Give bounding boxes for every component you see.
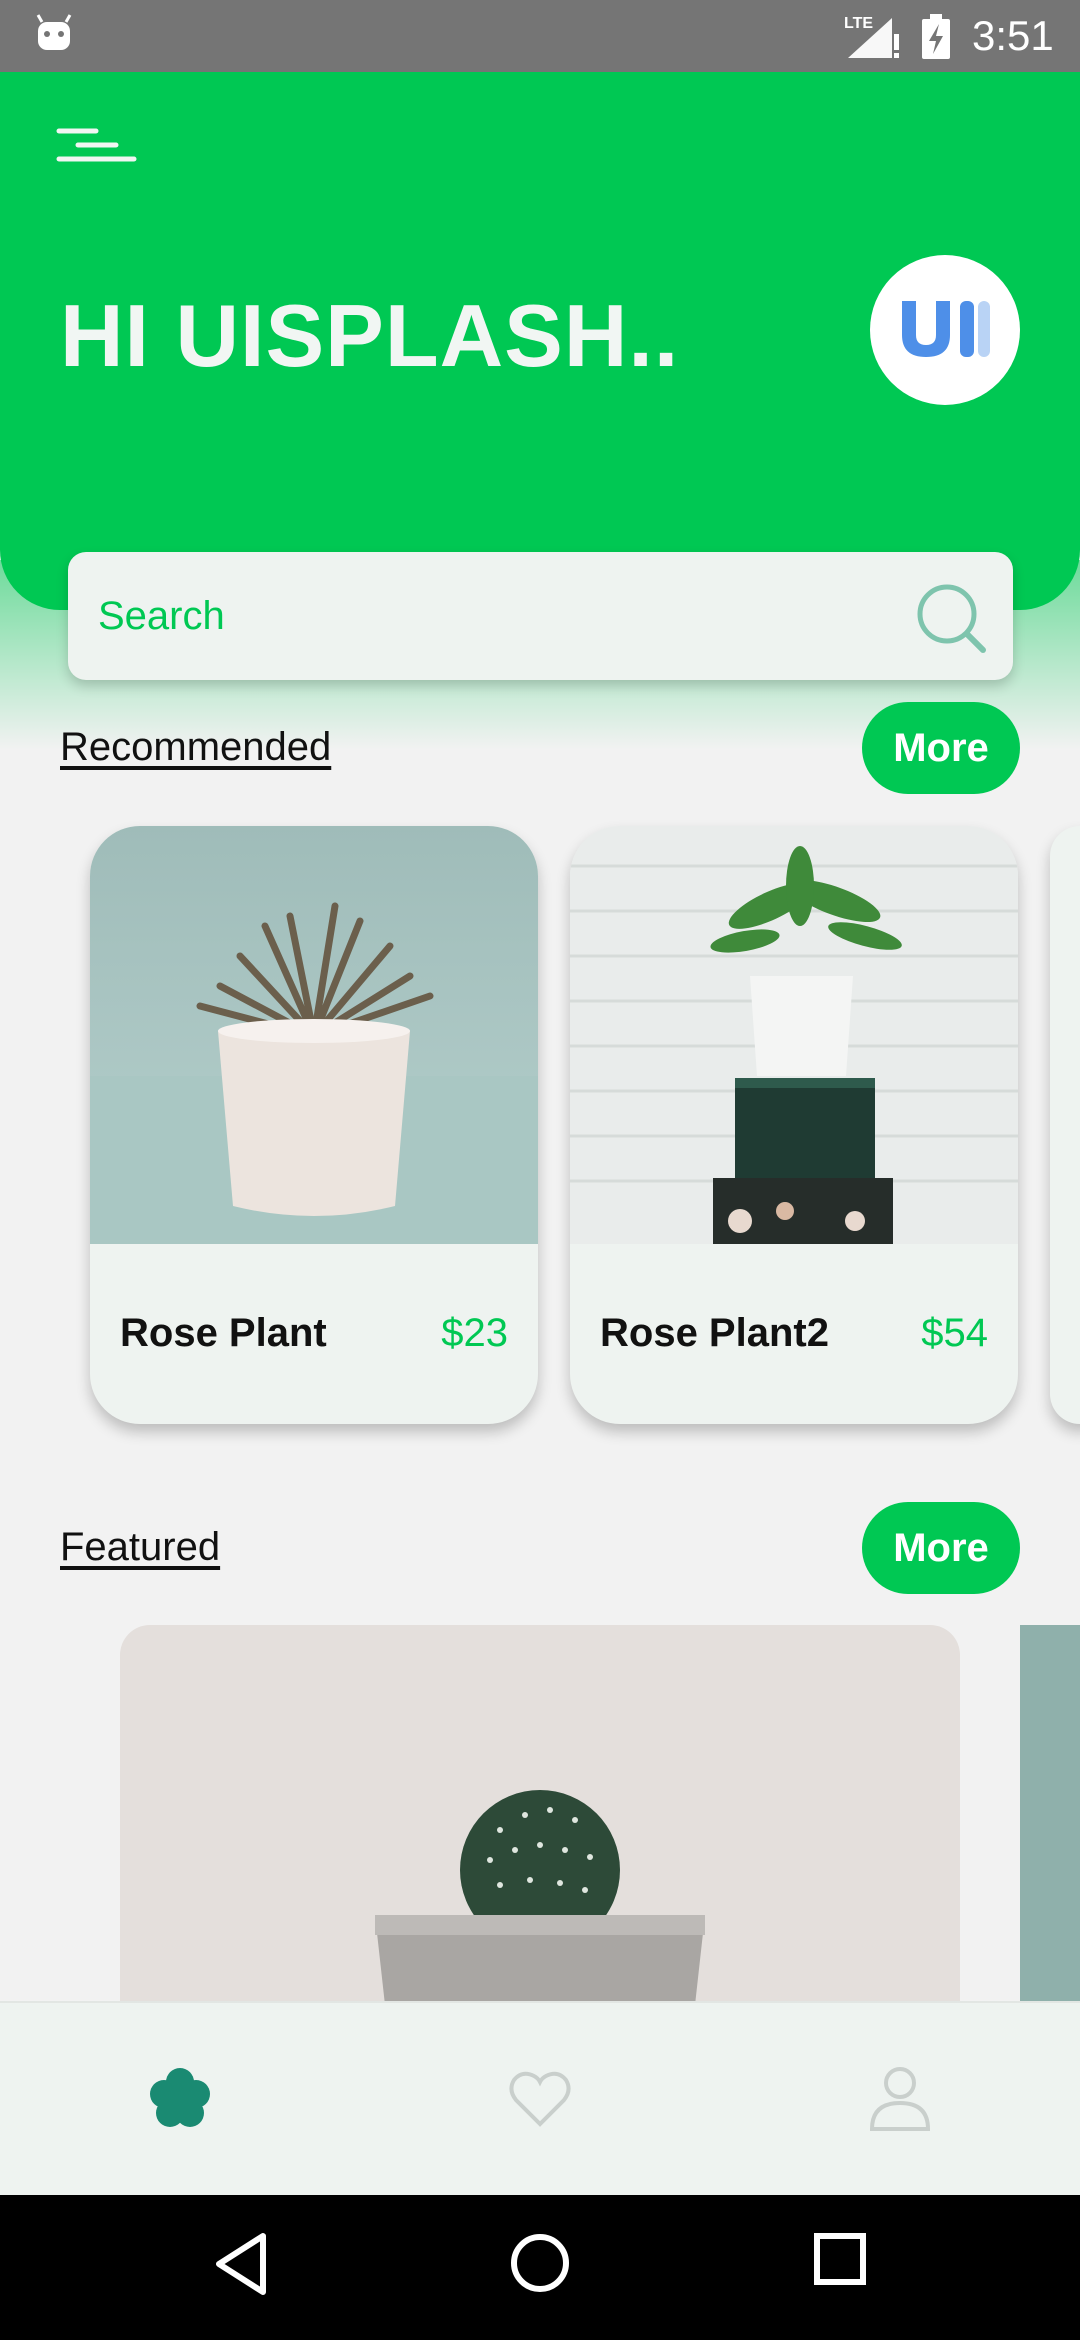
ui-logo-icon	[902, 301, 990, 357]
search-icon[interactable]	[913, 580, 989, 656]
greeting-title: HI UISPLASH..	[60, 286, 680, 385]
featured-card-partial[interactable]	[1020, 1625, 1080, 2005]
featured-more-button[interactable]: More	[862, 1502, 1020, 1594]
recommended-more-button[interactable]: More	[862, 702, 1020, 794]
product-price: $54	[921, 1311, 988, 1355]
product-card[interactable]: Rose Plant $23	[90, 826, 538, 1424]
recents-icon[interactable]	[812, 2231, 868, 2287]
favorites-heart-icon	[509, 2071, 571, 2127]
product-name: Rose Plant	[120, 1311, 327, 1355]
succulent-image	[90, 826, 538, 1244]
lte-signal-icon: LTE	[844, 15, 899, 58]
plant-boxes-image	[570, 826, 1018, 1244]
profile-user-icon	[869, 2067, 931, 2131]
nav-profile[interactable]	[845, 2043, 955, 2153]
product-card-partial[interactable]	[1050, 826, 1080, 1424]
menu-icon[interactable]	[56, 125, 138, 165]
battery-charging-icon	[922, 14, 950, 59]
svg-text:LTE: LTE	[844, 15, 873, 32]
status-time: 3:51	[972, 12, 1054, 59]
back-icon[interactable]	[213, 2231, 269, 2297]
nav-home[interactable]	[125, 2043, 235, 2153]
avatar[interactable]	[870, 255, 1020, 405]
product-price: $23	[441, 1311, 508, 1355]
search-input[interactable]	[98, 552, 918, 680]
search-bar[interactable]	[68, 552, 1013, 680]
cactus-image	[120, 1625, 960, 2005]
nav-favorites[interactable]	[485, 2043, 595, 2153]
android-icon	[36, 14, 72, 50]
home-flower-icon	[150, 2068, 210, 2127]
status-bar: LTE 3:51	[0, 0, 1080, 72]
system-navigation-bar	[0, 2195, 1080, 2340]
home-icon[interactable]	[508, 2231, 572, 2295]
bottom-navigation	[0, 2001, 1080, 2195]
featured-title: Featured	[60, 1525, 221, 1569]
product-name: Rose Plant2	[600, 1311, 829, 1355]
product-card[interactable]: Rose Plant2 $54	[570, 826, 1018, 1424]
featured-card[interactable]	[120, 1625, 960, 2005]
recommended-title: Recommended	[60, 725, 332, 769]
